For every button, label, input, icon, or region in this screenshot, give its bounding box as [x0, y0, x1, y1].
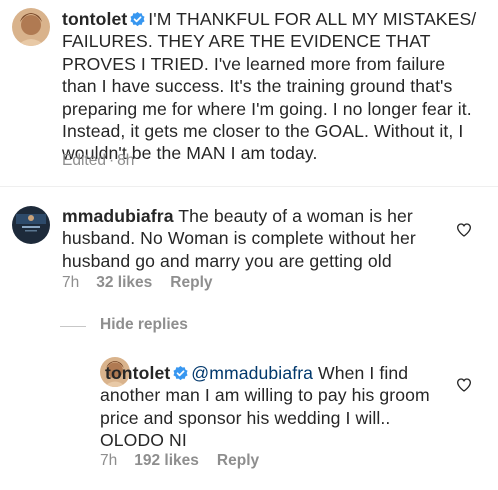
hide-replies-button[interactable]: Hide replies [100, 316, 188, 334]
verified-badge-icon [130, 12, 145, 27]
avatar-mmadubiafra[interactable] [12, 206, 50, 244]
comment-body: mmadubiafra The beauty of a woman is her… [62, 205, 442, 272]
avatar-tontolet[interactable] [12, 8, 50, 46]
meta-separator: · [108, 152, 115, 169]
comment-username[interactable]: mmadubiafra [62, 206, 174, 226]
comment-likes[interactable]: 32 likes [96, 274, 152, 292]
like-comment-heart-icon[interactable] [456, 222, 472, 238]
comment-time: 7h [62, 274, 80, 291]
comment-meta: 7h 32 likes Reply [62, 274, 213, 292]
post-caption: tontolet I'M THANKFUL FOR ALL MY MISTAKES… [62, 8, 482, 165]
post-time: 8h [117, 152, 135, 169]
reply-meta: 7h 192 likes Reply [100, 452, 259, 470]
edited-label: Edited [62, 152, 106, 169]
post-meta: Edited · 8h [62, 152, 134, 170]
comment-reply-button[interactable]: Reply [170, 274, 212, 292]
reply-time: 7h [100, 452, 118, 469]
like-reply-heart-icon[interactable] [456, 377, 472, 393]
divider [0, 186, 498, 187]
verified-badge-icon [173, 366, 188, 381]
replies-line [60, 326, 86, 327]
reply-body: tontolet @mmadubiafra When I find another… [100, 362, 440, 452]
reply-reply-button[interactable]: Reply [217, 452, 259, 470]
post-caption-text: I'M THANKFUL FOR ALL MY MISTAKES/ FAILUR… [62, 9, 477, 164]
reply-username[interactable]: tontolet [105, 363, 170, 383]
post-username[interactable]: tontolet [62, 9, 127, 29]
reply-mention-link[interactable]: @mmadubiafra [191, 363, 313, 383]
reply-likes[interactable]: 192 likes [134, 452, 199, 470]
